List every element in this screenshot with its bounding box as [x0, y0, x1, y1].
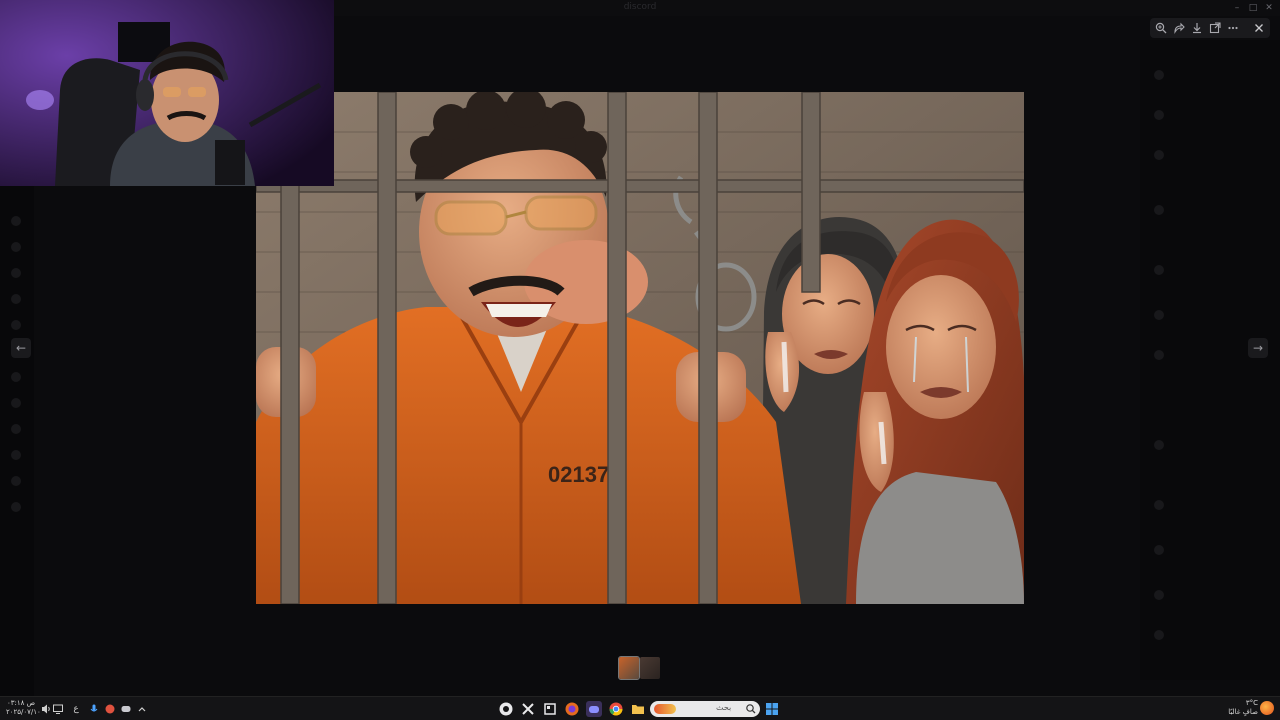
member-avatar[interactable]: [1154, 70, 1164, 80]
server-icon[interactable]: [11, 294, 21, 304]
member-avatar[interactable]: [1154, 205, 1164, 215]
taskbar: ۰۳:۱۸ ص ۲۰۲۵/۰۷/۱۰ ع بحث ۳°C صافٍ غالبًا: [0, 696, 1280, 720]
search-icon: [745, 702, 757, 716]
member-avatar[interactable]: [1154, 440, 1164, 450]
member-avatar[interactable]: [1154, 350, 1164, 360]
member-avatar[interactable]: [1154, 630, 1164, 640]
weather-temp: ۳°C: [1245, 699, 1258, 707]
capcut-icon[interactable]: [520, 701, 536, 717]
weather-condition: صافٍ غالبًا: [1228, 708, 1258, 716]
taskbar-search[interactable]: بحث: [650, 701, 760, 717]
maximize-button[interactable]: □: [1246, 2, 1260, 14]
search-placeholder: بحث: [716, 703, 732, 712]
microphone-icon[interactable]: [88, 703, 100, 715]
chevron-up-icon[interactable]: [136, 703, 148, 715]
webcam-overlay: [0, 0, 334, 186]
obs-icon[interactable]: [498, 701, 514, 717]
weather-widget[interactable]: ۳°C صافٍ غالبًا: [1210, 699, 1258, 717]
download-icon[interactable]: [1190, 21, 1204, 35]
thumbnail-next[interactable]: [640, 657, 660, 679]
image-viewer-toolbar: [1150, 18, 1270, 38]
server-icon[interactable]: [11, 424, 21, 434]
network-icon[interactable]: [52, 703, 64, 715]
member-avatar[interactable]: [1154, 545, 1164, 555]
next-image-button[interactable]: →: [1248, 338, 1268, 358]
server-icon[interactable]: [11, 450, 21, 460]
more-icon[interactable]: [1226, 21, 1240, 35]
windows-start-icon[interactable]: [764, 701, 780, 717]
volume-icon[interactable]: [40, 703, 52, 715]
server-icon[interactable]: [11, 372, 21, 382]
server-icon[interactable]: [11, 320, 21, 330]
system-clock[interactable]: ۰۳:۱۸ ص ۲۰۲۵/۰۷/۱۰: [6, 699, 41, 717]
clock-time: ۰۳:۱۸ ص: [6, 699, 36, 707]
meme-image[interactable]: 02137A: [256, 92, 1024, 604]
discord-icon[interactable]: [586, 701, 602, 717]
window-close-button[interactable]: ✕: [1262, 2, 1276, 14]
member-list: [1140, 40, 1280, 680]
member-avatar[interactable]: [1154, 310, 1164, 320]
chrome-icon[interactable]: [608, 701, 624, 717]
member-avatar[interactable]: [1154, 500, 1164, 510]
thumbnail-strip: [618, 656, 661, 680]
server-icon[interactable]: [11, 268, 21, 278]
member-avatar[interactable]: [1154, 265, 1164, 275]
open-external-icon[interactable]: [1208, 21, 1222, 35]
server-icon[interactable]: [11, 216, 21, 226]
thumbnail-current[interactable]: [618, 656, 640, 680]
member-avatar[interactable]: [1154, 590, 1164, 600]
discord-tray-icon[interactable]: [120, 703, 132, 715]
language-indicator[interactable]: ع: [70, 703, 82, 715]
server-icon[interactable]: [11, 502, 21, 512]
server-icon[interactable]: [11, 242, 21, 252]
file-explorer-icon[interactable]: [630, 701, 646, 717]
screen: discord – □ ✕ ← → 02137A ۰۳:۱۸ ص ۲۰۲۵/۰۷…: [0, 0, 1280, 720]
member-avatar[interactable]: [1154, 150, 1164, 160]
weather-icon[interactable]: [1260, 701, 1274, 715]
close-icon[interactable]: [1252, 21, 1266, 35]
server-icon[interactable]: [11, 398, 21, 408]
zoom-in-icon[interactable]: [1154, 21, 1168, 35]
member-avatar[interactable]: [1154, 110, 1164, 120]
server-icon[interactable]: [11, 476, 21, 486]
clock-date: ۲۰۲۵/۰۷/۱۰: [6, 708, 41, 716]
share-icon[interactable]: [1172, 21, 1186, 35]
app-tray-icon[interactable]: [104, 703, 116, 715]
minimize-button[interactable]: –: [1230, 2, 1244, 14]
app-icon[interactable]: [542, 701, 558, 717]
firefox-icon[interactable]: [564, 701, 580, 717]
search-highlight-icon: [654, 704, 676, 714]
previous-image-button[interactable]: ←: [11, 338, 31, 358]
